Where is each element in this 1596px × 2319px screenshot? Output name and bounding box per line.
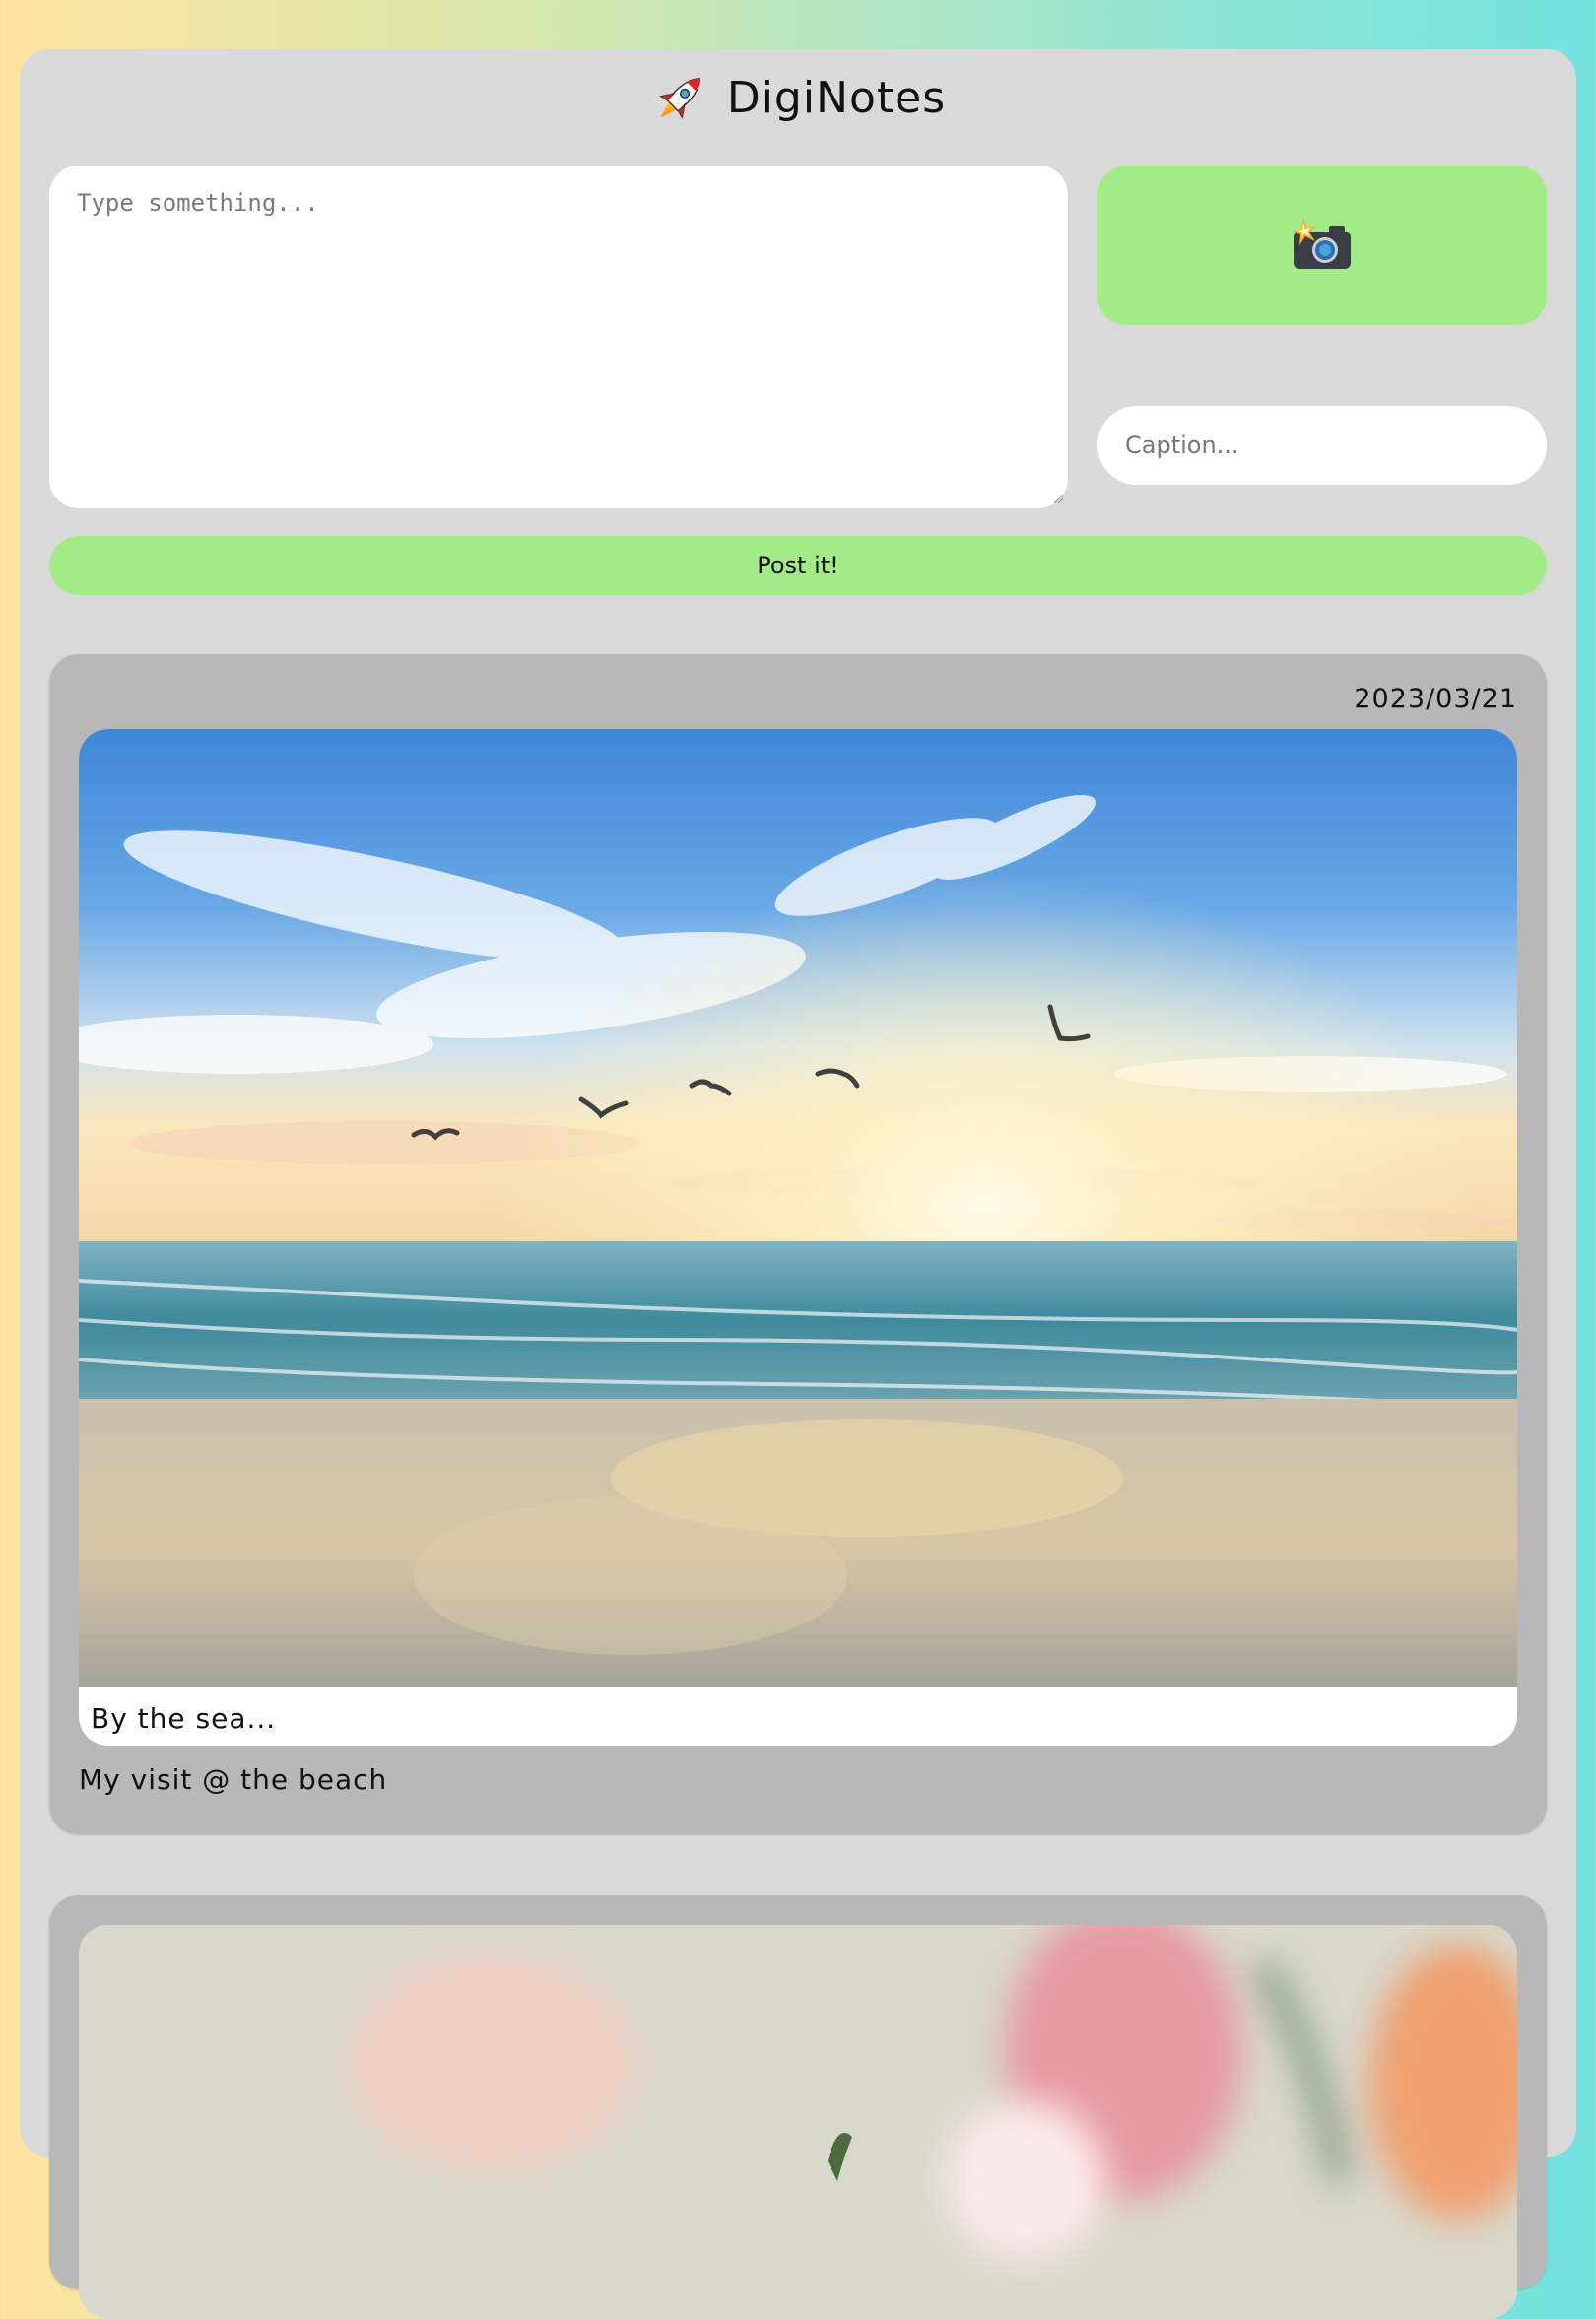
photo-frame: By the sea... xyxy=(79,729,1517,1746)
post-date: 2023/03/21 xyxy=(1354,684,1517,714)
resize-grip-icon[interactable] xyxy=(1052,493,1064,504)
note-input-box[interactable] xyxy=(49,166,1068,508)
app-title: DigiNotes xyxy=(726,72,947,123)
post-button[interactable]: Post it! xyxy=(49,536,1547,595)
app-header: DigiNotes xyxy=(20,67,1576,128)
post-card xyxy=(49,1895,1547,2319)
flowers-photo xyxy=(79,1925,1517,2319)
caption-field[interactable] xyxy=(1097,406,1547,485)
caption-input[interactable] xyxy=(1097,406,1547,485)
post-card: 2023/03/21 By the sea... My visit @ the … xyxy=(49,654,1547,1834)
beach-sunset-photo xyxy=(79,729,1517,1687)
camera-button[interactable] xyxy=(1097,166,1547,325)
photo-frame xyxy=(79,1925,1517,2319)
photo-caption: By the sea... xyxy=(91,1702,277,1735)
note-textarea[interactable] xyxy=(49,166,1068,508)
app-panel: DigiNotes Post it! 2023/03/21 xyxy=(20,49,1576,2319)
camera-with-flash-icon xyxy=(1292,218,1351,269)
rocket-icon xyxy=(658,78,700,119)
post-text: My visit @ the beach xyxy=(79,1763,388,1796)
